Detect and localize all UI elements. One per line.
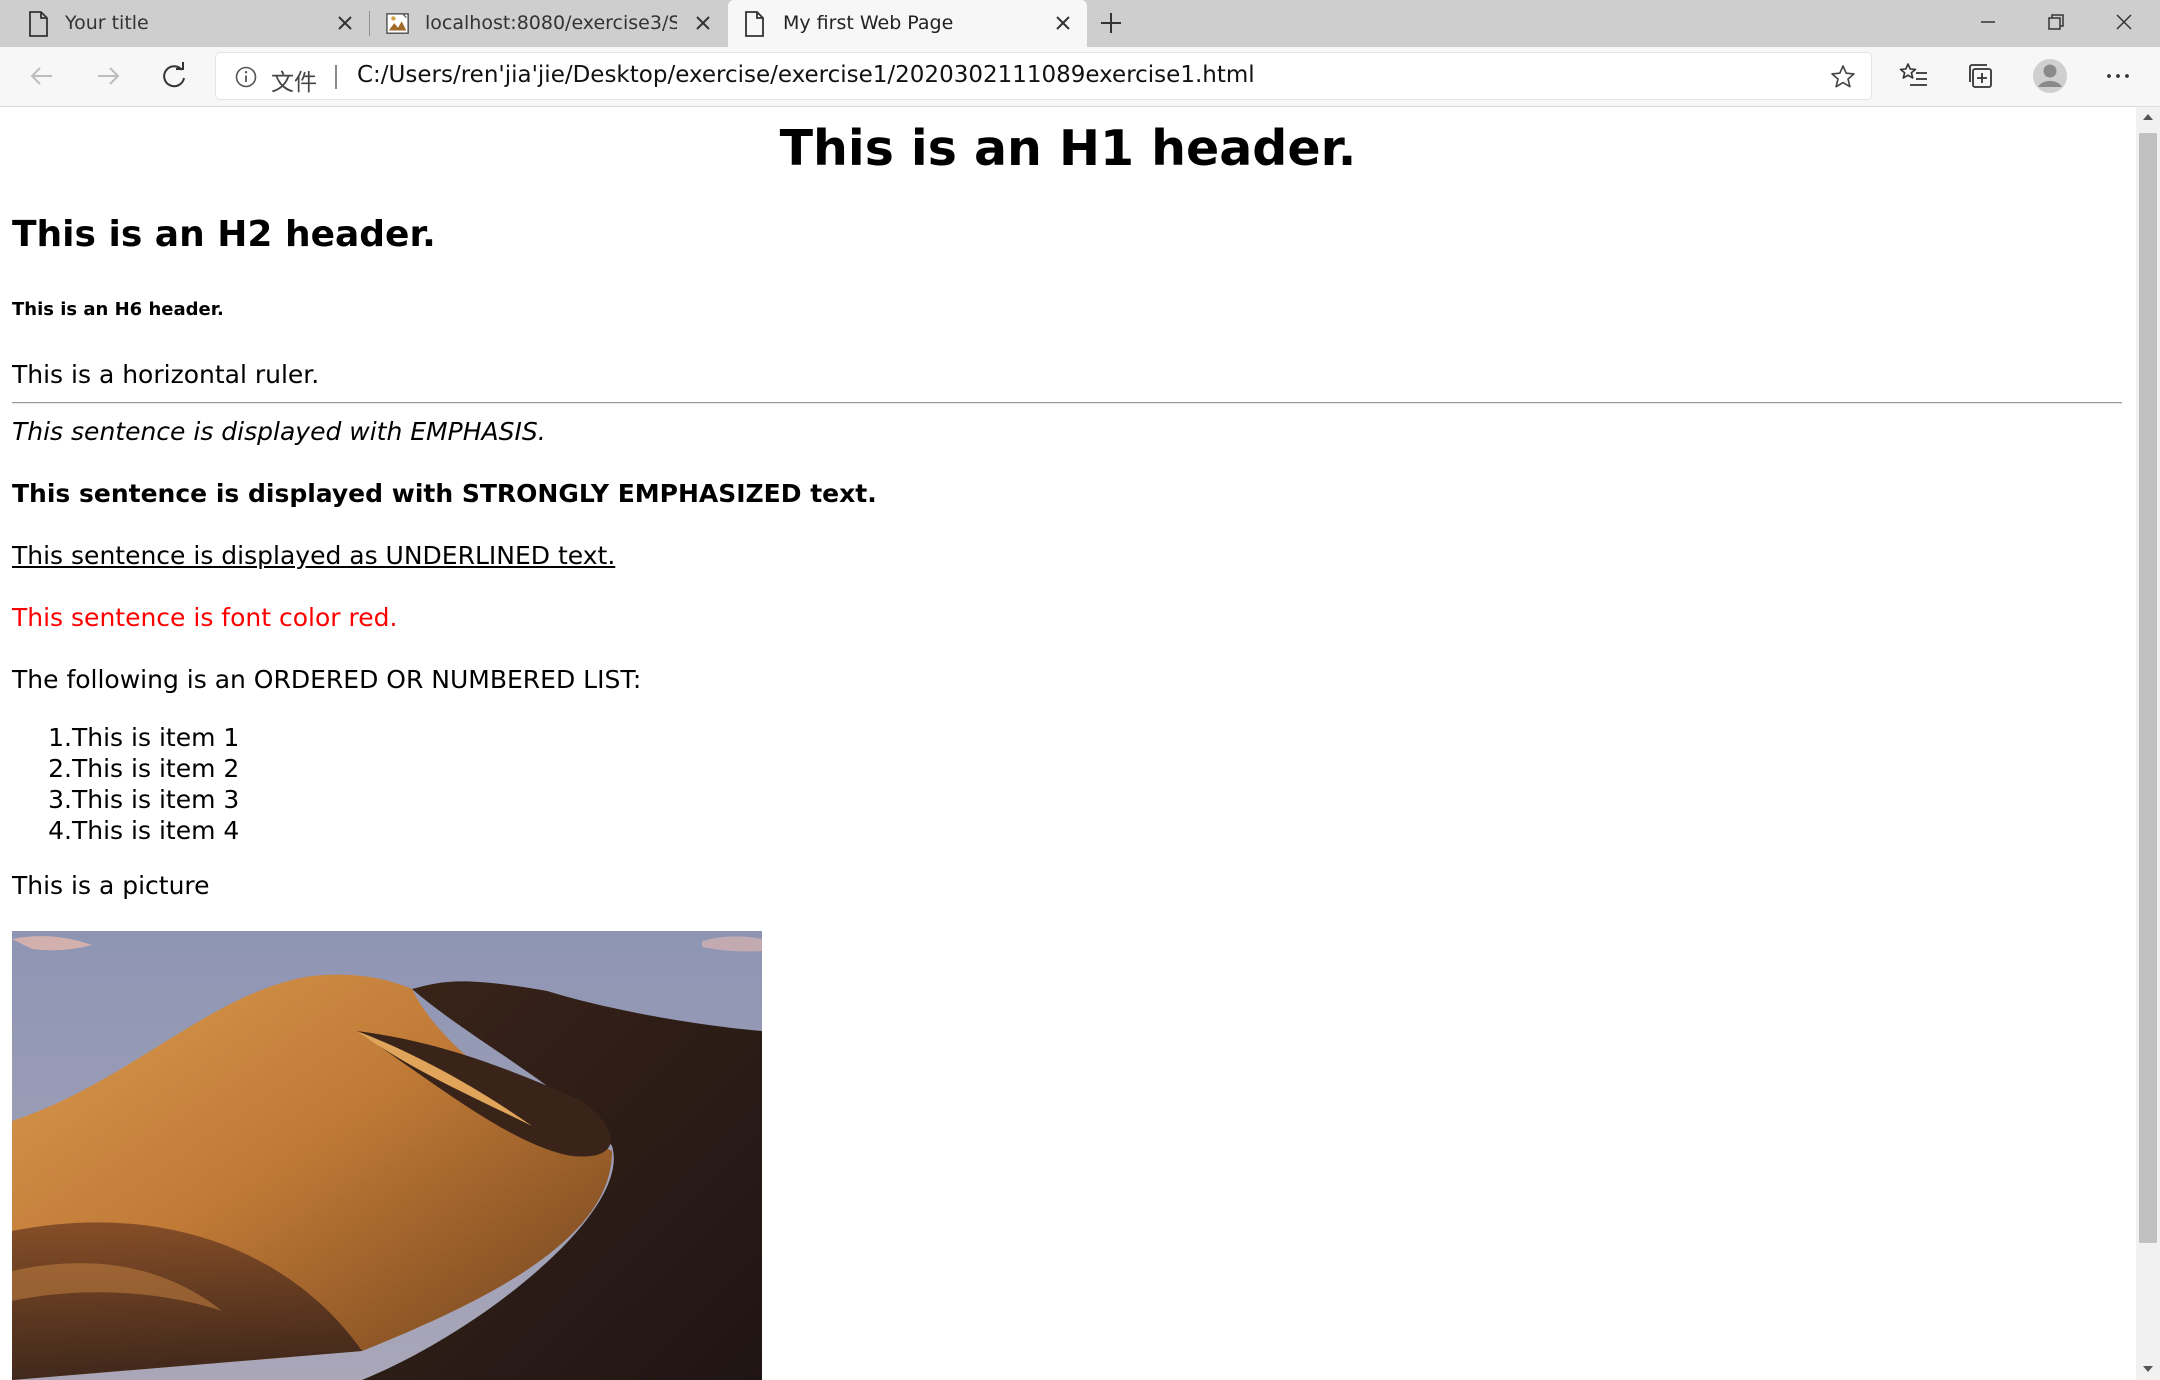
broken-image-icon <box>386 13 409 34</box>
security-label: 文件 <box>271 70 317 96</box>
list-number: 3. <box>48 785 72 814</box>
tab-your-title[interactable]: Your title <box>0 0 368 47</box>
restore-icon[interactable] <box>2040 6 2072 38</box>
red-text: This sentence is font color red. <box>12 603 398 632</box>
refresh-icon[interactable] <box>156 58 192 94</box>
list-item-text: This is item 3 <box>72 785 240 814</box>
more-dots-icon[interactable] <box>2100 58 2136 94</box>
page-icon <box>29 11 48 37</box>
favorites-list-icon[interactable] <box>1896 58 1932 94</box>
emphasis-text: This sentence is displayed with EMPHASIS… <box>12 417 546 446</box>
tab-title: localhost:8080/exercise3/Servlet <box>425 12 677 34</box>
underlined-text: This sentence is displayed as UNDERLINED… <box>12 541 616 570</box>
collections-icon[interactable] <box>1963 58 1999 94</box>
scroll-up-arrow-icon[interactable] <box>2141 111 2155 123</box>
web-page-content: This is an H1 header. This is an H2 head… <box>0 107 2136 1380</box>
h2-header: This is an H2 header. <box>12 214 436 255</box>
tab-title: My first Web Page <box>783 12 954 34</box>
list-item-text: This is item 4 <box>72 816 240 845</box>
tab-strip: Your title localhost:8080/exercise3/Serv… <box>0 0 2160 47</box>
strong-text: This sentence is displayed with STRONGLY… <box>12 479 877 508</box>
tab-localhost-servlet[interactable]: localhost:8080/exercise3/Servlet <box>370 0 726 47</box>
close-tab-icon[interactable] <box>692 12 714 34</box>
list-intro: The following is an ORDERED OR NUMBERED … <box>12 665 642 694</box>
picture-caption: This is a picture <box>12 871 210 900</box>
page-icon <box>745 11 764 37</box>
scroll-down-arrow-icon[interactable] <box>2141 1363 2155 1375</box>
favorite-star-icon[interactable] <box>1829 63 1857 91</box>
scrollbar-thumb[interactable] <box>2139 133 2157 1243</box>
list-number: 1. <box>48 723 72 752</box>
back-arrow-icon[interactable] <box>24 58 60 94</box>
forward-arrow-icon[interactable] <box>90 58 126 94</box>
info-icon[interactable] <box>234 65 258 89</box>
minimize-icon[interactable] <box>1972 6 2004 38</box>
list-item-text: This is item 2 <box>72 754 240 783</box>
list-item-text: This is item 1 <box>72 723 240 752</box>
close-tab-icon[interactable] <box>334 12 356 34</box>
list-number: 2. <box>48 754 72 783</box>
close-window-icon[interactable] <box>2108 6 2140 38</box>
desert-dune-picture <box>12 931 762 1380</box>
profile-avatar-icon[interactable] <box>2030 56 2070 96</box>
list-number: 4. <box>48 816 72 845</box>
tab-my-first-web-page[interactable]: My first Web Page <box>728 0 1087 47</box>
close-tab-icon[interactable] <box>1052 12 1074 34</box>
address-divider <box>335 65 337 89</box>
h6-header: This is an H6 header. <box>12 299 224 320</box>
browser-toolbar: 文件 C:/Users/ren'jia'jie/Desktop/exercise… <box>0 47 2160 107</box>
vertical-scrollbar[interactable] <box>2136 107 2160 1380</box>
tab-title: Your title <box>65 12 149 34</box>
new-tab-button[interactable] <box>1096 8 1126 38</box>
address-bar[interactable]: 文件 C:/Users/ren'jia'jie/Desktop/exercise… <box>216 53 1871 99</box>
h1-header: This is an H1 header. <box>779 120 1357 177</box>
horizontal-rule <box>12 402 2122 404</box>
hr-caption: This is a horizontal ruler. <box>12 360 320 389</box>
url-text[interactable]: C:/Users/ren'jia'jie/Desktop/exercise/ex… <box>357 62 1255 88</box>
